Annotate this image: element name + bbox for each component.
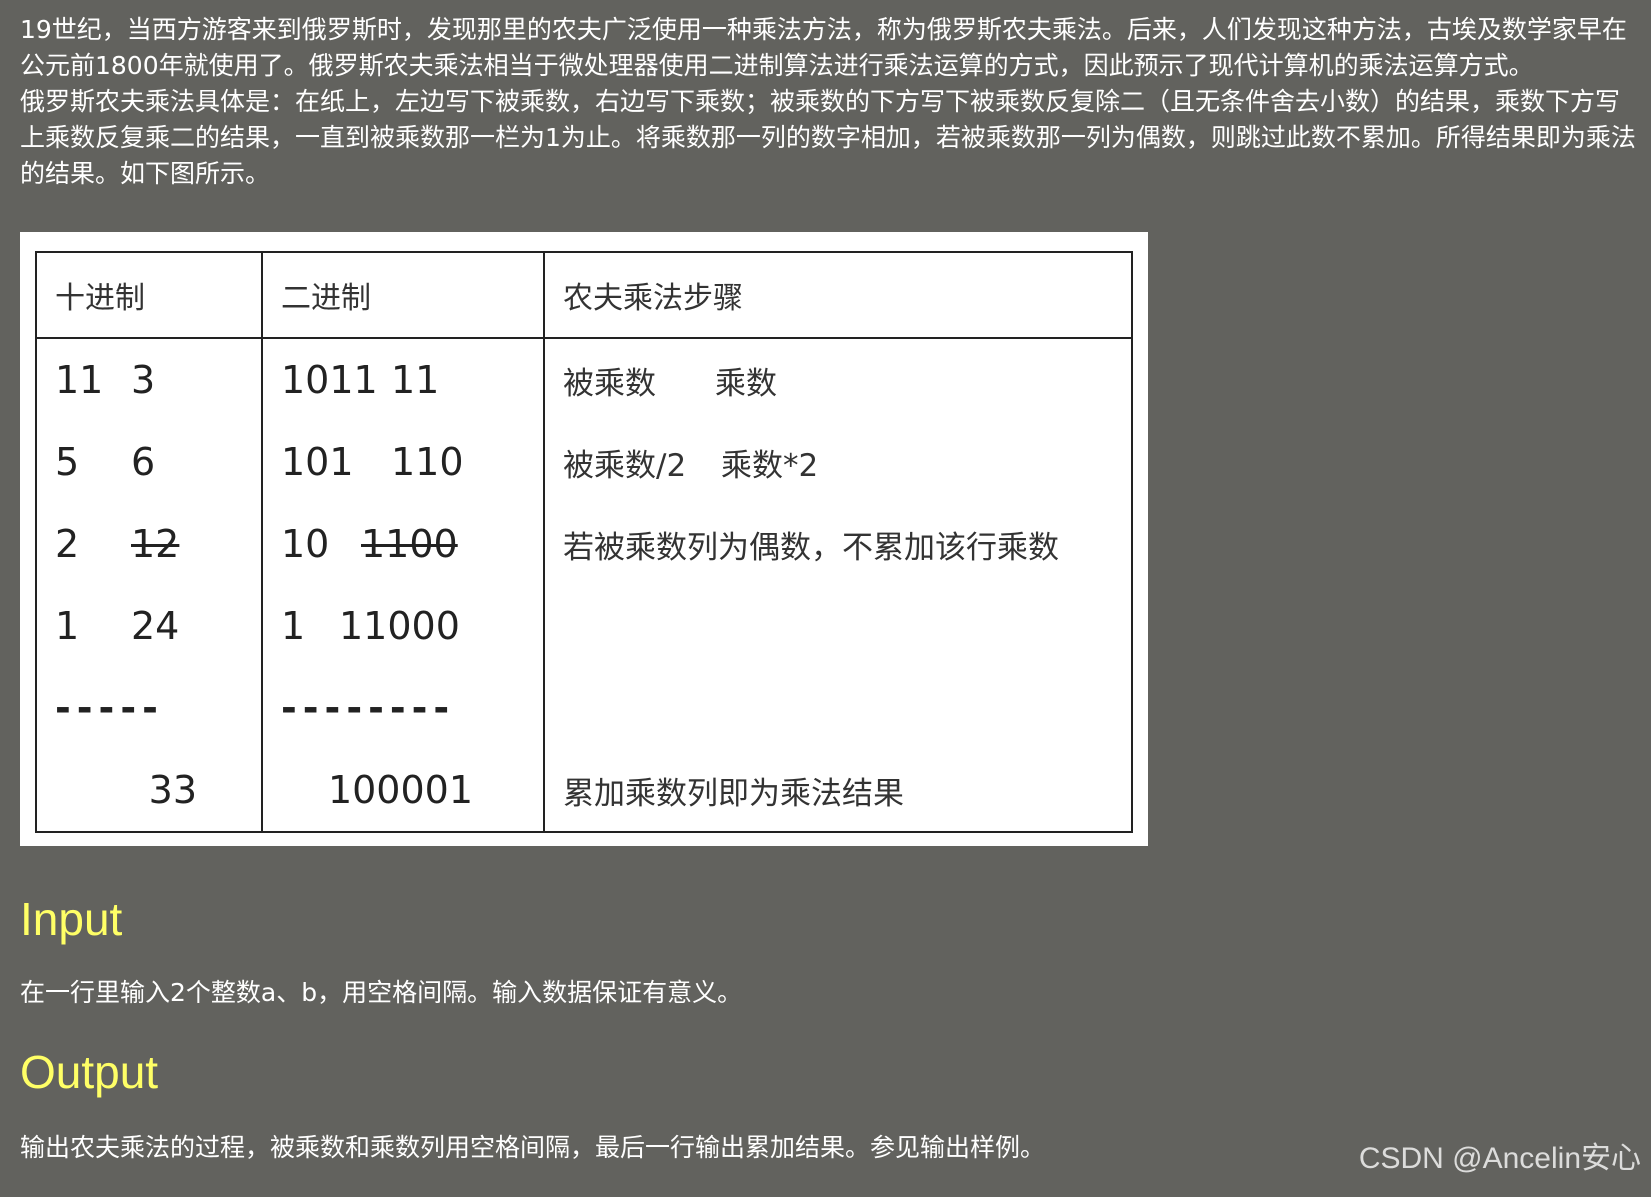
binary-result: 100001 (327, 768, 473, 812)
step-cell: 若被乘数列为偶数，不累加该行乘数 (543, 503, 1133, 585)
decimal-cell: 56 (35, 421, 263, 503)
decimal-result-cell: 33 (35, 749, 263, 833)
multiplier-value: 3 (131, 358, 156, 402)
multiplicand-binary: 1 (281, 604, 306, 648)
binary-result-cell: 100001 (261, 749, 545, 833)
multiplier-binary: 11000 (339, 604, 460, 648)
step-cell (543, 585, 1133, 667)
table-header-row: 十进制 二进制 农夫乘法步骤 (35, 251, 1133, 339)
multiplicand-binary: 1011 (281, 358, 378, 402)
step-cell: 被乘数 乘数 (543, 338, 1133, 421)
multiplier-value-struck: 12 (131, 522, 180, 566)
multiplicand-value: 11 (55, 358, 104, 402)
decimal-cell: 1 24 (35, 585, 263, 667)
multiplicand-value: 1 (55, 604, 80, 648)
header-decimal: 十进制 (35, 251, 263, 339)
table-row-result: 33 100001 累加乘数列即为乘法结果 (35, 749, 1133, 833)
intro-paragraph-1: 19世纪，当西方游客来到俄罗斯时，发现那里的农夫广泛使用一种乘法方法，称为俄罗斯… (20, 15, 1627, 80)
step-result-note: 累加乘数列即为乘法结果 (563, 775, 904, 812)
step-result-cell: 累加乘数列即为乘法结果 (543, 749, 1133, 833)
multiplier-binary: 11 (391, 358, 440, 402)
multiplicand-value: 5 (55, 440, 80, 484)
decimal-dash-cell: ----- (35, 667, 263, 749)
decimal-cell: 11 3 (35, 338, 263, 421)
multiplier-value: 6 (131, 440, 156, 484)
binary-cell: 1011 11 (261, 338, 545, 421)
header-binary: 二进制 (261, 251, 545, 339)
binary-cell: 10 1100 (261, 503, 545, 585)
multiplier-value: 24 (131, 604, 180, 648)
multiplicand-binary: 101 (281, 440, 354, 484)
decimal-cell: 2 12 (35, 503, 263, 585)
russian-peasant-figure: 十进制 二进制 农夫乘法步骤 11 3 1011 11 被乘数 乘数 56 101 11… (20, 232, 1148, 846)
binary-cell: 101 110 (261, 421, 545, 503)
step-label-multiplicand: 被乘数 (563, 365, 656, 402)
binary-cell: 1 11000 (261, 585, 545, 667)
multiplicand-value: 2 (55, 522, 80, 566)
step-cell (543, 667, 1133, 749)
step-cell: 被乘数/2 乘数*2 (543, 421, 1133, 503)
input-description: 在一行里输入2个整数a、b，用空格间隔。输入数据保证有意义。 (20, 978, 743, 1007)
multiplicand-binary: 10 (281, 522, 330, 566)
step-label-multiplier: 乘数*2 (721, 447, 819, 484)
step-label-multiplier: 乘数 (715, 365, 777, 402)
multiplier-binary: 110 (391, 440, 464, 484)
decimal-separator: ----- (55, 686, 164, 730)
table-row: 1 24 1 11000 (35, 585, 1133, 667)
table-row-separator: ----- -------- (35, 667, 1133, 749)
step-label-multiplicand: 被乘数/2 (563, 447, 687, 484)
decimal-result: 33 (148, 768, 197, 812)
table-row: 56 101 110 被乘数/2 乘数*2 (35, 421, 1133, 503)
table-row: 11 3 1011 11 被乘数 乘数 (35, 338, 1133, 421)
step-note-even: 若被乘数列为偶数，不累加该行乘数 (563, 529, 1059, 566)
output-heading: Output (20, 1046, 159, 1098)
binary-separator: -------- (281, 686, 456, 730)
csdn-watermark: CSDN @Ancelin安心 (1358, 1142, 1641, 1175)
header-steps: 农夫乘法步骤 (543, 251, 1133, 339)
table-row: 2 12 10 1100 若被乘数列为偶数，不累加该行乘数 (35, 503, 1133, 585)
multiplier-binary-struck: 1100 (361, 522, 458, 566)
input-heading: Input (20, 893, 123, 945)
binary-dash-cell: -------- (261, 667, 545, 749)
problem-description: 19世纪，当西方游客来到俄罗斯时，发现那里的农夫广泛使用一种乘法方法，称为俄罗斯… (20, 12, 1640, 192)
multiplication-table: 十进制 二进制 农夫乘法步骤 11 3 1011 11 被乘数 乘数 56 101 11… (35, 251, 1133, 833)
intro-paragraph-2: 俄罗斯农夫乘法具体是：在纸上，左边写下被乘数，右边写下乘数；被乘数的下方写下被乘… (20, 87, 1636, 188)
output-description: 输出农夫乘法的过程，被乘数和乘数列用空格间隔，最后一行输出累加结果。参见输出样例… (20, 1133, 1046, 1162)
